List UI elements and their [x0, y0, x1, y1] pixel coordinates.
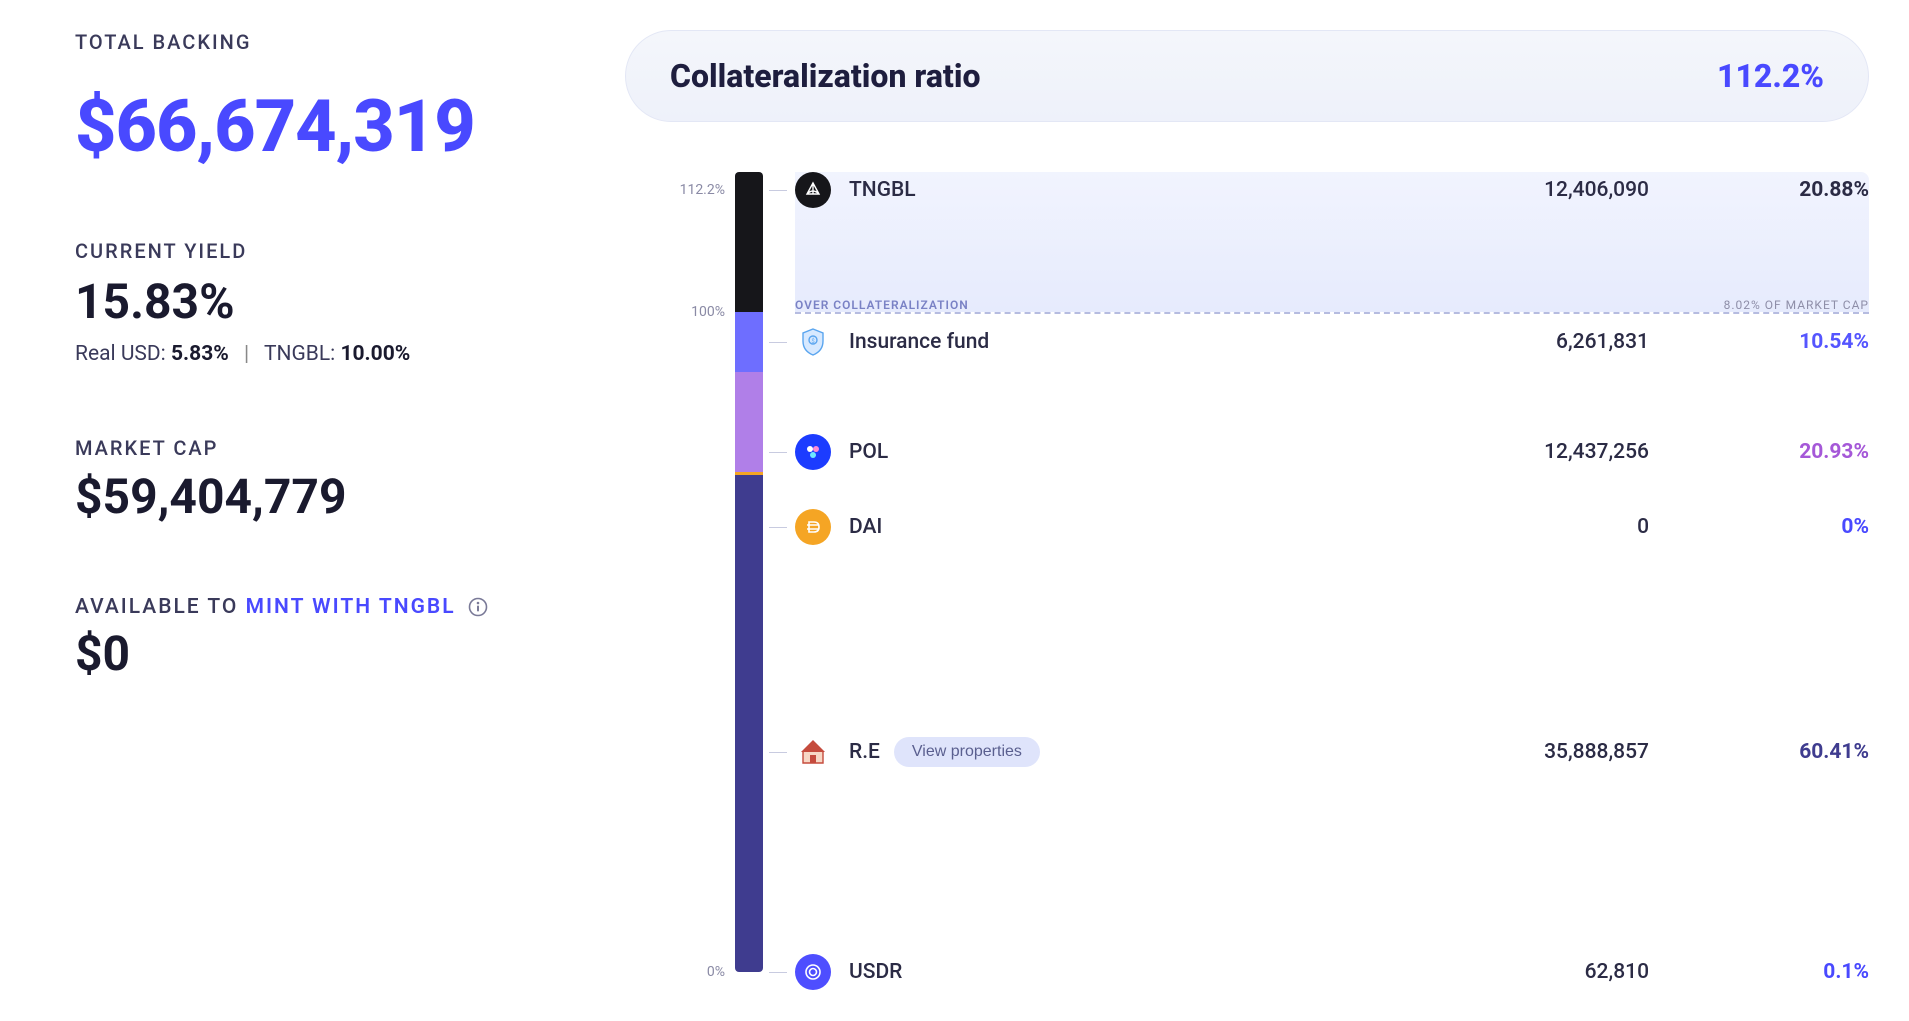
tngbl-icon — [795, 172, 831, 208]
tick — [769, 752, 787, 753]
ratio-header: Collateralization ratio 112.2% — [625, 30, 1869, 122]
asset-name: USDR — [849, 960, 902, 984]
over-collateral-pct: 8.02% OF MARKET CAP — [1724, 298, 1869, 316]
over-collateral-label: OVER COLLATERALIZATION — [795, 298, 969, 316]
asset-name: DAI — [849, 515, 882, 539]
asset-pct: 60.41% — [1689, 740, 1869, 764]
asset-pct: 0.1% — [1689, 960, 1869, 984]
asset-row-pol: POL 12,437,256 20.93% — [795, 432, 1869, 472]
asset-amount: 12,437,256 — [1449, 440, 1649, 464]
mint-link[interactable]: MINT WITH TNGBL — [246, 595, 456, 619]
tick — [769, 452, 787, 453]
asset-row-tngbl: TNGBL 12,406,090 20.88% — [795, 170, 1869, 210]
asset-name: R.E — [849, 740, 880, 764]
asset-row-insurance: $ Insurance fund 6,261,831 10.54% — [795, 322, 1869, 362]
mint-value: $0 — [75, 625, 565, 682]
asset-amount: 0 — [1449, 515, 1649, 539]
asset-amount: 6,261,831 — [1449, 330, 1649, 354]
bar-pol — [735, 372, 763, 472]
collateral-chart: 112.2% 100% 0% OVER COLLATERALIZATION 8. — [665, 172, 1869, 992]
asset-row-dai: DAI 0 0% — [795, 507, 1869, 547]
asset-row-usdr: USDR 62,810 0.1% — [795, 952, 1869, 992]
asset-name: Insurance fund — [849, 330, 989, 354]
collateral-panel: Collateralization ratio 112.2% 112.2% 10… — [625, 30, 1869, 991]
bar-insurance — [735, 312, 763, 372]
tick — [769, 527, 787, 528]
axis-top: 112.2% — [665, 182, 725, 198]
shield-icon: $ — [795, 324, 831, 360]
tngbl-yield-value: 10.00% — [340, 342, 410, 366]
asset-amount: 35,888,857 — [1449, 740, 1649, 764]
tick — [769, 342, 787, 343]
ratio-value: 112.2% — [1717, 57, 1824, 95]
separator: | — [244, 342, 249, 366]
yield-breakdown: Real USD: 5.83% | TNGBL: 10.00% — [75, 342, 565, 366]
dai-icon — [795, 509, 831, 545]
asset-name: TNGBL — [849, 178, 916, 202]
asset-row-re: R.E View properties 35,888,857 60.41% — [795, 732, 1869, 772]
pol-icon — [795, 434, 831, 470]
info-icon[interactable] — [467, 596, 489, 618]
mint-label: AVAILABLE TO MINT WITH TNGBL — [75, 595, 565, 619]
real-usd-value: 5.83% — [171, 342, 229, 366]
tick — [769, 972, 787, 973]
tick — [769, 190, 787, 191]
axis-bottom: 0% — [665, 964, 725, 980]
total-backing-label: TOTAL BACKING — [75, 30, 565, 54]
total-backing-value: $66,674,319 — [75, 84, 565, 169]
asset-pct: 20.93% — [1689, 440, 1869, 464]
asset-amount: 62,810 — [1449, 960, 1649, 984]
ratio-title: Collateralization ratio — [670, 57, 981, 95]
asset-name: POL — [849, 440, 888, 464]
usdr-icon — [795, 954, 831, 990]
over-collateral-line: OVER COLLATERALIZATION 8.02% OF MARKET C… — [795, 312, 1869, 316]
stats-panel: TOTAL BACKING $66,674,319 CURRENT YIELD … — [75, 30, 625, 991]
asset-pct: 20.88% — [1689, 178, 1869, 202]
real-usd-label: Real USD: — [75, 342, 166, 366]
tngbl-yield-label: TNGBL: — [264, 342, 335, 366]
current-yield-label: CURRENT YIELD — [75, 239, 565, 263]
asset-amount: 12,406,090 — [1449, 178, 1649, 202]
bar-tngbl — [735, 172, 763, 312]
bar-re — [735, 475, 763, 972]
stacked-bar — [735, 172, 763, 992]
axis-mid: 100% — [665, 304, 725, 320]
asset-pct: 10.54% — [1689, 330, 1869, 354]
asset-pct: 0% — [1689, 515, 1869, 539]
view-properties-button[interactable]: View properties — [894, 737, 1040, 767]
market-cap-value: $59,404,779 — [75, 468, 565, 525]
house-icon — [795, 734, 831, 770]
current-yield-value: 15.83% — [75, 273, 565, 330]
market-cap-label: MARKET CAP — [75, 436, 565, 460]
mint-label-prefix: AVAILABLE TO — [75, 595, 246, 619]
